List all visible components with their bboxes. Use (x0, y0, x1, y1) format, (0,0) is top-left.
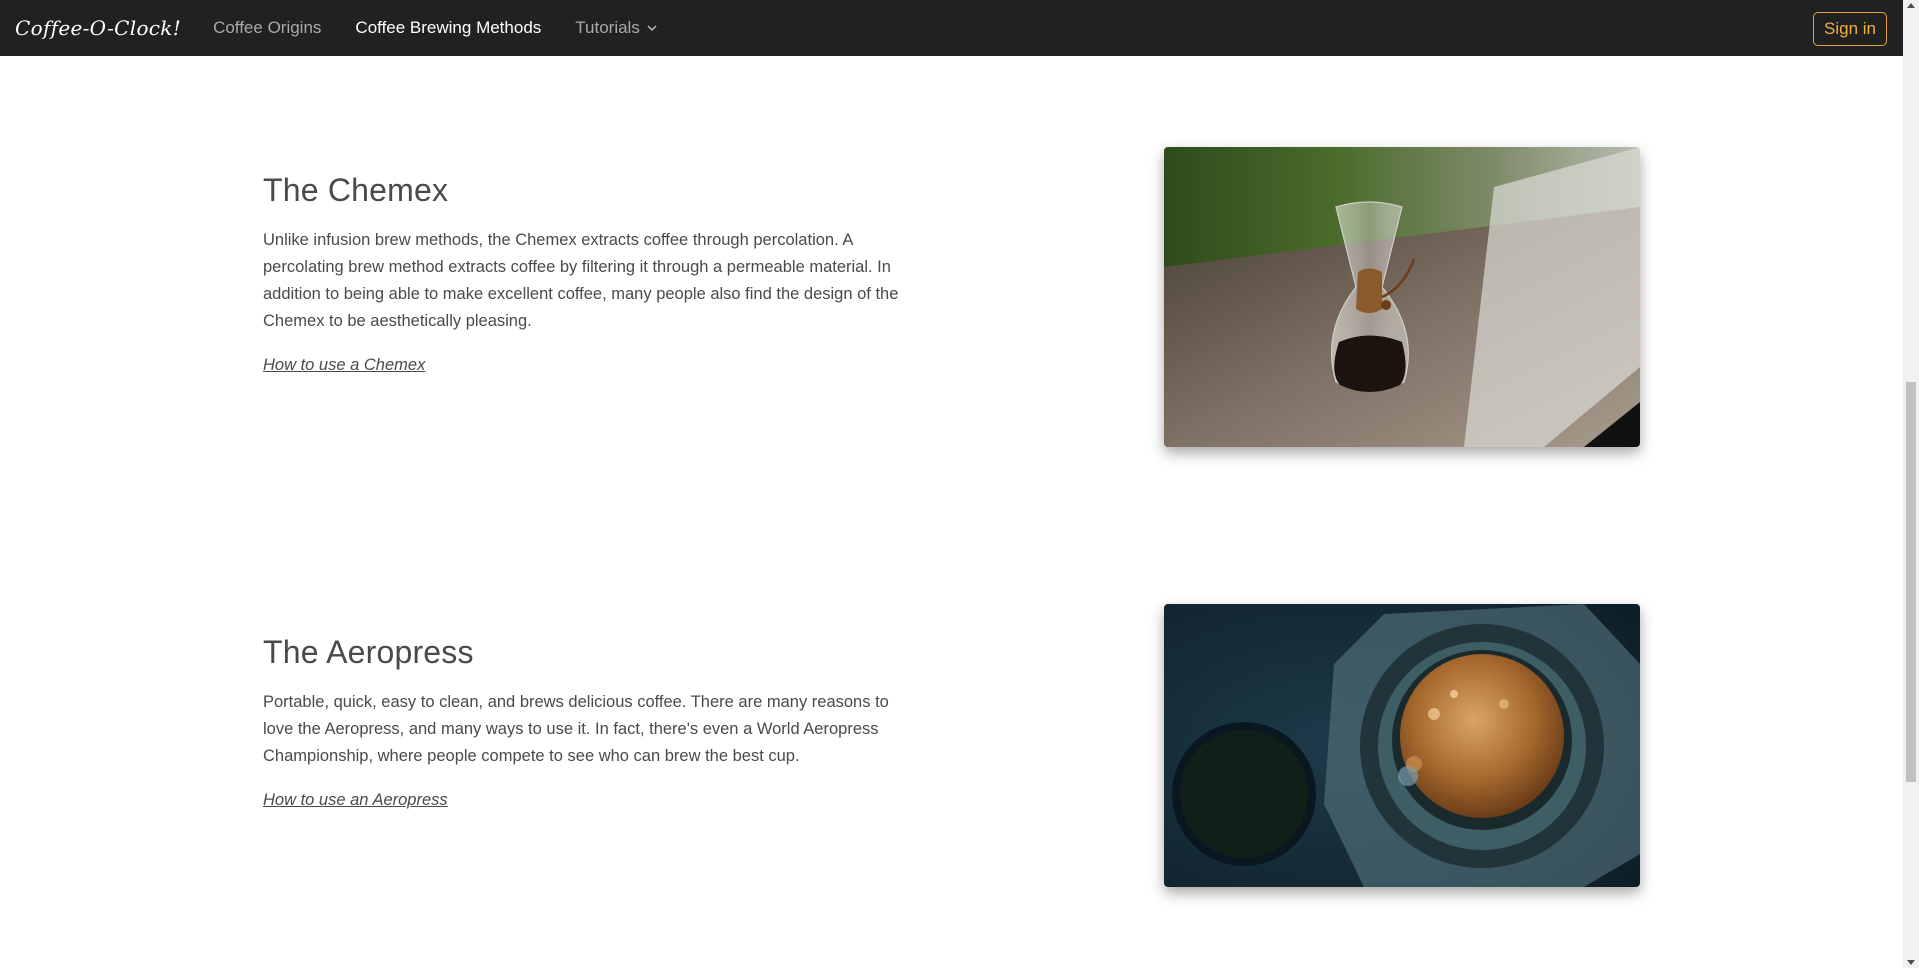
aeropress-tutorial-link[interactable]: How to use an Aeropress (263, 791, 448, 810)
nav-link-brewing-methods[interactable]: Coffee Brewing Methods (355, 18, 541, 38)
tutorials-label: Tutorials (575, 18, 640, 37)
scroll-up-arrow-icon[interactable] (1907, 3, 1915, 8)
chemex-tutorial-link[interactable]: How to use a Chemex (263, 356, 425, 375)
nav-links: Coffee Origins Coffee Brewing Methods Tu… (213, 18, 692, 38)
section-title: The Aeropress (263, 634, 474, 670)
section-title: The Chemex (263, 172, 449, 208)
scrollbar-thumb[interactable] (1906, 382, 1916, 782)
nav-link-tutorials-dropdown[interactable]: Tutorials (575, 18, 658, 38)
nav-link-coffee-origins[interactable]: Coffee Origins (213, 18, 321, 38)
scroll-down-arrow-icon[interactable] (1907, 960, 1915, 965)
sign-in-button[interactable]: Sign in (1813, 12, 1887, 46)
page-scrollbar[interactable] (1903, 0, 1919, 968)
brand-logo[interactable]: Coffee-O-Clock! (15, 16, 181, 40)
section-text: Unlike infusion brew methods, the Chemex… (263, 231, 899, 330)
aeropress-photo (1164, 604, 1640, 887)
chemex-photo (1164, 147, 1640, 447)
section-text: Portable, quick, easy to clean, and brew… (263, 693, 889, 765)
chevron-down-icon (647, 25, 657, 32)
chemex-section: The Chemex Unlike infusion brew methods,… (263, 172, 903, 375)
top-navbar: Coffee-O-Clock! Coffee Origins Coffee Br… (0, 0, 1903, 56)
aeropress-section: The Aeropress Portable, quick, easy to c… (263, 634, 903, 810)
